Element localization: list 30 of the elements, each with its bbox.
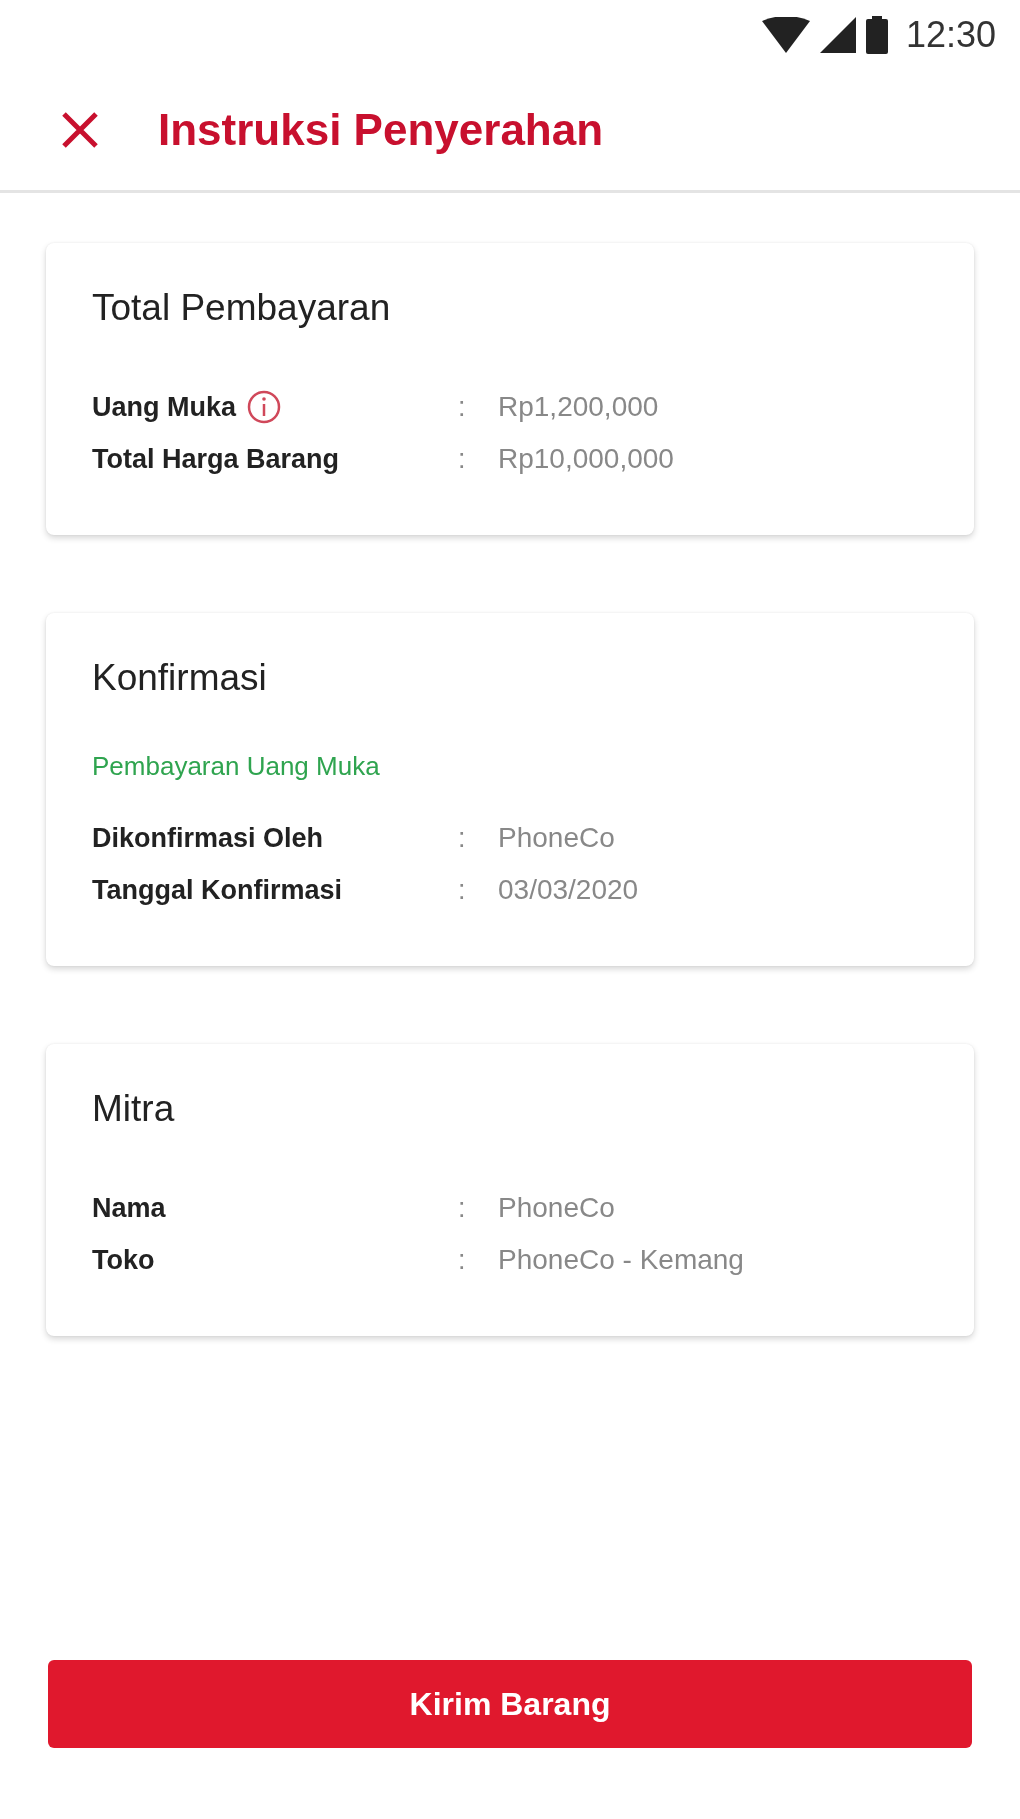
field-label: Tanggal Konfirmasi: [92, 874, 343, 906]
submit-button[interactable]: Kirim Barang: [48, 1660, 972, 1748]
field-value: Rp1,200,000: [498, 391, 659, 423]
card-title: Mitra: [92, 1088, 176, 1130]
battery-icon: [865, 16, 888, 54]
field-value: 03/03/2020: [498, 874, 639, 906]
card-title: Total Pembayaran: [92, 287, 392, 329]
card-title: Konfirmasi: [92, 657, 268, 699]
separator: :: [458, 874, 467, 906]
signal-icon: [819, 17, 856, 53]
field-value: PhoneCo - Kemang: [498, 1244, 744, 1276]
screen-title: Instruksi Penyerahan: [158, 105, 604, 155]
separator: :: [458, 391, 467, 423]
field-label: Toko: [92, 1244, 155, 1276]
separator: :: [458, 443, 467, 475]
separator: :: [458, 822, 467, 854]
field-value: PhoneCo: [498, 1192, 615, 1224]
field-label: Nama: [92, 1192, 166, 1224]
separator: :: [458, 1244, 467, 1276]
field-value: PhoneCo: [498, 822, 615, 854]
status-text: Pembayaran Uang Muka: [92, 751, 381, 782]
info-icon[interactable]: [246, 389, 283, 425]
status-time: 12:30: [905, 14, 996, 56]
separator: :: [458, 1192, 467, 1224]
field-label: Dikonfirmasi Oleh: [92, 822, 324, 854]
wifi-icon: [761, 17, 810, 53]
field-label: Total Harga Barang: [92, 443, 340, 475]
field-label: Uang Muka: [92, 391, 237, 423]
field-value: Rp10,000,000: [498, 443, 674, 475]
close-icon: [60, 110, 100, 150]
